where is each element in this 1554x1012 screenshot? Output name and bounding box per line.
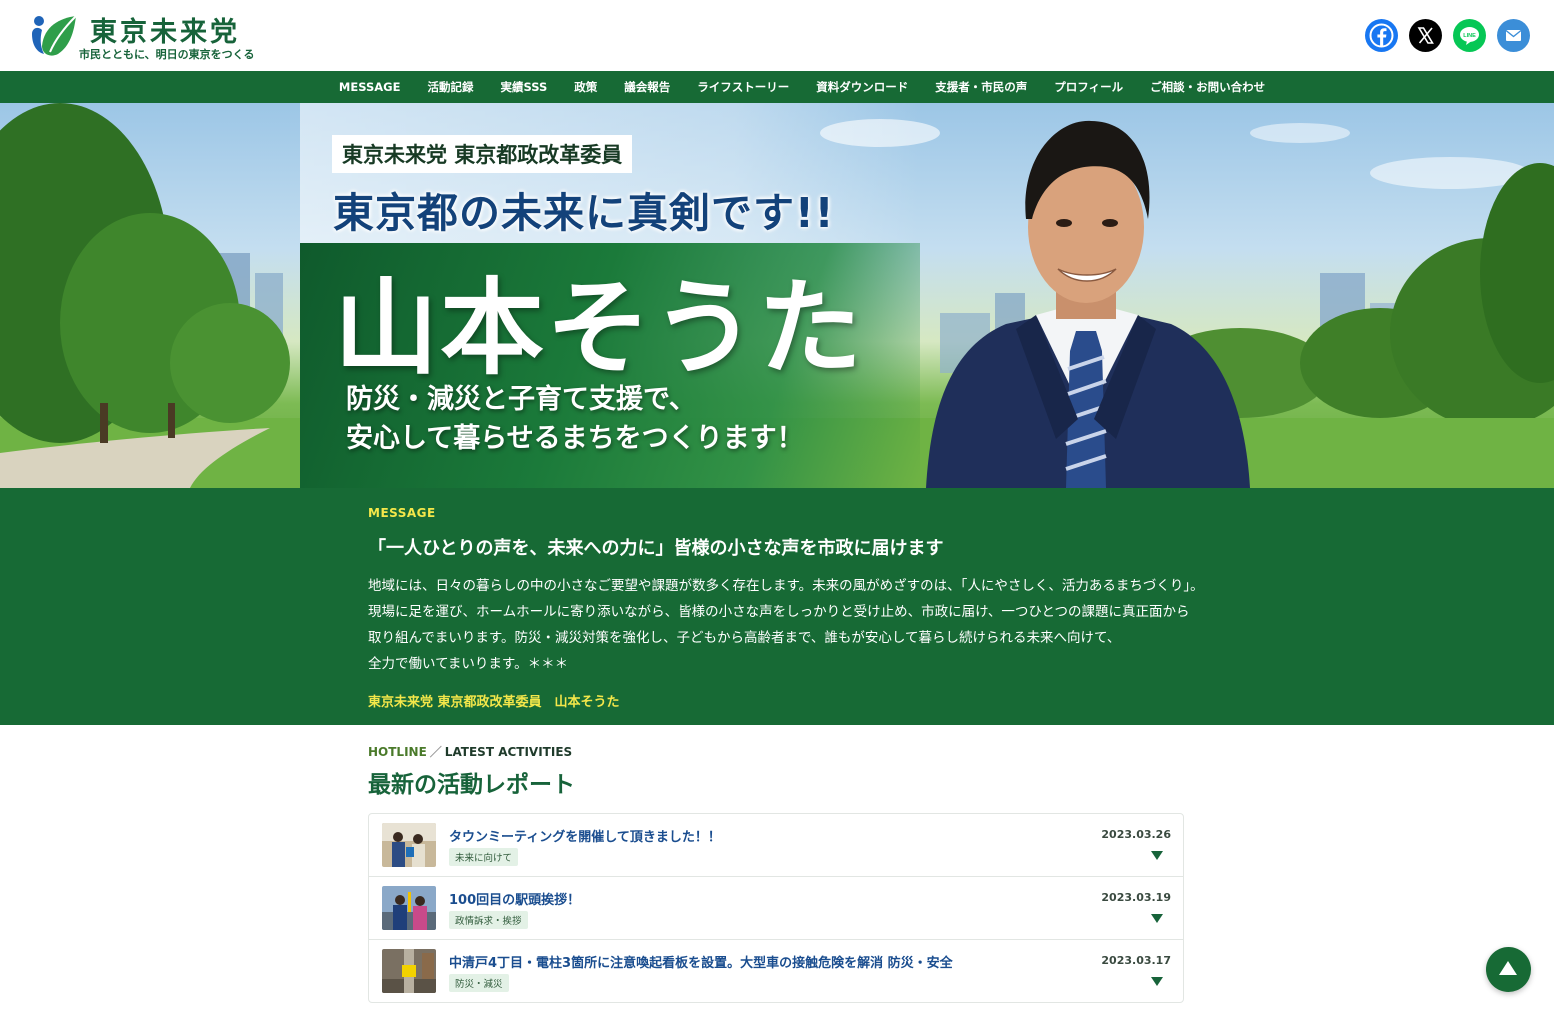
hero-pledge-line-2: 安心して暮らせるまちをつくります！ [346,423,804,454]
message-signature: 東京未来党 東京都政改革委員 山本そうた [368,695,620,710]
message-body: 地域には、日々の暮らしの中の小さなご要望や課題が数多く存在します。未来の風がめざ… [368,573,1248,677]
eyebrow-latest: LATEST ACTIVITIES [444,745,573,759]
activity-thumbnail [382,823,436,867]
nav-item-message[interactable]: MESSAGE [339,80,401,94]
activity-date: 2023.03.26 [1101,828,1171,841]
main-nav: MESSAGE 活動記録 実績SSS 政策 議会報告 ライフストーリー 資料ダウ… [0,71,1554,103]
eyebrow-separator: ／ [429,745,442,759]
activities-eyebrow: HOTLINE ／ LATEST ACTIVITIES [368,743,572,760]
site-header: 東京未来党 市民とともに、明日の東京をつくる LINE [0,0,1554,71]
line-button[interactable]: LINE [1453,19,1486,52]
nav-item-achievements[interactable]: 実績SSS [500,79,547,95]
activity-tag[interactable]: 防災・減災 [449,974,509,992]
hero-banner: 東京未来党 東京都政改革委員 東京都の未来に真剣です!! 山本そうた 防災・減災… [0,103,1554,488]
activities-title: 最新の活動レポート [368,772,575,798]
back-to-top-button[interactable] [1486,947,1531,992]
message-label: MESSAGE [368,506,436,520]
nav-list: MESSAGE 活動記録 実績SSS 政策 議会報告 ライフストーリー 資料ダウ… [0,71,1554,103]
logo-title: 東京未来党 [90,17,240,48]
facebook-button[interactable] [1365,19,1398,52]
message-body-line: 全力で働いてまいります。＊＊＊ [368,656,569,672]
expand-arrow-icon[interactable] [1151,914,1163,923]
activity-thumbnail [382,886,436,930]
logo-mark-icon [32,15,77,56]
activity-row[interactable]: タウンミーティングを開催して頂きました！！ 未来に向けて 2023.03.26 [369,814,1183,877]
logo-subtitle: 市民とともに、明日の東京をつくる [79,48,255,61]
nav-item-supporter-voices[interactable]: 支援者・市民の声 [935,79,1027,95]
activity-row[interactable]: 中清戸4丁目・電柱3箇所に注意喚起看板を設置。大型車の接触危険を解消 防災・安全… [369,940,1183,1002]
message-body-line: 地域には、日々の暮らしの中の小さなご要望や課題が数多く存在します。未来の風がめざ… [368,578,1204,594]
nav-item-life-story[interactable]: ライフストーリー [697,79,789,95]
nav-item-policy[interactable]: 政策 [574,79,597,95]
x-button[interactable] [1409,19,1442,52]
svg-text:LINE: LINE [1463,33,1476,39]
nav-item-contact[interactable]: ご相談・お問い合わせ [1150,79,1265,95]
message-title: 「一人ひとりの声を、未来への力に」皆様の小さな声を市政に届けます [368,538,944,559]
activity-title[interactable]: 中清戸4丁目・電柱3箇所に注意喚起看板を設置。大型車の接触危険を解消 防災・安全 [449,952,953,971]
site-logo[interactable]: 東京未来党 市民とともに、明日の東京をつくる [30,10,270,62]
nav-item-council-report[interactable]: 議会報告 [624,79,670,95]
expand-arrow-icon[interactable] [1151,977,1163,986]
activities-list: タウンミーティングを開催して頂きました！！ 未来に向けて 2023.03.26 … [368,813,1184,1003]
activity-row[interactable]: 100回目の駅頭挨拶！ 政情訴求・挨拶 2023.03.19 [369,877,1183,940]
activity-title[interactable]: タウンミーティングを開催して頂きました！！ [449,826,721,845]
hero-pledge: 防災・減災と子育て支援で、 安心して暮らせるまちをつくります！ [346,380,804,458]
activity-title[interactable]: 100回目の駅頭挨拶！ [449,889,580,908]
activity-tag[interactable]: 未来に向けて [449,848,519,866]
hero-tagline: 東京都の未来に真剣です!! [333,189,835,237]
line-icon: LINE [1460,27,1479,45]
expand-arrow-icon[interactable] [1151,851,1163,860]
message-body-line: 現場に足を運び、ホームホールに寄り添いながら、皆様の小さな声をしっかりと受け止め… [368,604,1190,620]
message-body-line: 取り組んでまいります。防災・減災対策を強化し、子どもから高齢者まで、誰もが安心し… [368,630,1121,646]
facebook-icon [1369,23,1394,48]
nav-item-profile[interactable]: プロフィール [1054,79,1123,95]
activity-tag[interactable]: 政情訴求・挨拶 [449,911,528,929]
hero-candidate-name: 山本そうた [334,266,865,389]
activity-thumbnail [382,949,436,993]
x-icon [1417,27,1434,44]
nav-item-activity-log[interactable]: 活動記録 [427,79,473,95]
mail-button[interactable] [1497,19,1530,52]
eyebrow-hotline: HOTLINE [368,745,427,759]
social-links: LINE [1365,19,1530,52]
hero-badge: 東京未来党 東京都政改革委員 [332,135,633,173]
activity-date: 2023.03.19 [1101,891,1171,904]
mail-icon [1505,29,1522,41]
activity-date: 2023.03.17 [1101,954,1171,967]
nav-item-downloads[interactable]: 資料ダウンロード [816,79,908,95]
candidate-portrait [926,120,1250,488]
hero-pledge-line-1: 防災・減災と子育て支援で、 [346,384,696,415]
message-section: MESSAGE 「一人ひとりの声を、未来への力に」皆様の小さな声を市政に届けます… [0,488,1554,725]
